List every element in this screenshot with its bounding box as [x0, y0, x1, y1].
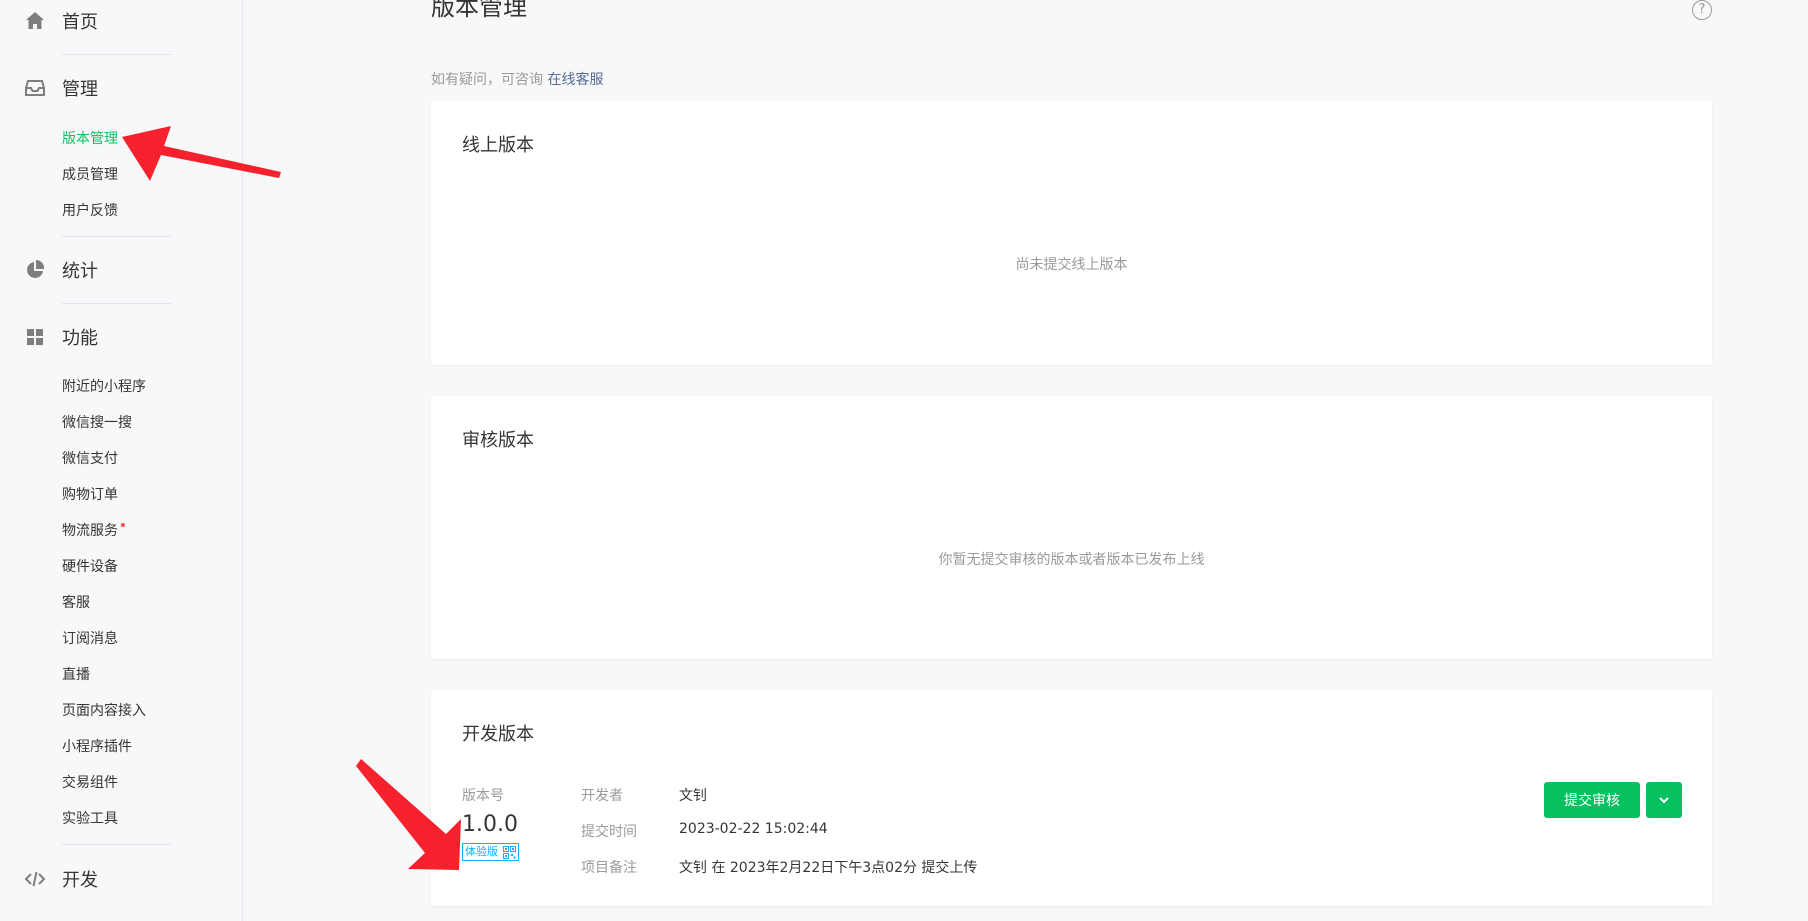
tag-label: 体验版 — [465, 845, 498, 858]
sidebar-divider — [62, 236, 172, 237]
card-title: 开发版本 — [462, 724, 534, 745]
note-value: 文钊 在 2023年2月22日下午3点02分 提交上传 — [679, 860, 978, 876]
qr-code-icon — [503, 845, 516, 859]
dev-version-card: 开发版本 版本号 1.0.0 体验版 开发者 文钊 提交时间 2023-02-2… — [431, 690, 1712, 906]
more-actions-dropdown[interactable] — [1646, 782, 1682, 818]
sidebar-divider — [62, 303, 172, 304]
submit-time-value: 2023-02-22 15:02:44 — [679, 821, 828, 837]
sidebar-item-label: 统计 — [62, 261, 98, 282]
note-label: 项目备注 — [581, 860, 637, 876]
pie-chart-icon — [24, 259, 46, 281]
notification-dot — [121, 523, 125, 527]
sidebar-item-dev[interactable]: 开发 — [24, 864, 98, 894]
sidebar-item-label: 功能 — [62, 328, 98, 349]
sidebar-item-shopping-orders[interactable]: 购物订单 — [62, 484, 118, 506]
submit-review-button[interactable]: 提交审核 — [1544, 782, 1640, 818]
sidebar-item-wechat-pay[interactable]: 微信支付 — [62, 448, 118, 470]
empty-message: 你暂无提交审核的版本或者版本已发布上线 — [938, 552, 1205, 568]
sidebar-item-label: 物流服务 — [62, 523, 118, 539]
sidebar-item-hardware[interactable]: 硬件设备 — [62, 556, 118, 578]
sidebar-item-member-manage[interactable]: 成员管理 — [62, 164, 118, 186]
sidebar-item-manage[interactable]: 管理 — [24, 73, 98, 103]
sidebar-item-customer-service[interactable]: 客服 — [62, 592, 90, 614]
sidebar-item-subscribe-message[interactable]: 订阅消息 — [62, 628, 118, 650]
sidebar-item-features[interactable]: 功能 — [24, 322, 98, 352]
page-title: 版本管理 — [431, 0, 527, 21]
submit-time-label: 提交时间 — [581, 824, 637, 840]
home-icon — [24, 10, 46, 32]
tip-text: 如有疑问，可咨询 — [431, 72, 543, 88]
app-window: 首页 管理 版本管理 成员管理 用户反馈 统计 功能 附近的小程序 微信搜一搜 — [0, 0, 1808, 921]
sidebar-item-lab-tools[interactable]: 实验工具 — [62, 808, 118, 830]
version-number: 1.0.0 — [462, 812, 518, 837]
online-support-link[interactable]: 在线客服 — [547, 72, 603, 88]
sidebar-item-plugins[interactable]: 小程序插件 — [62, 736, 132, 758]
version-label: 版本号 — [462, 788, 504, 804]
sidebar-item-live[interactable]: 直播 — [62, 664, 90, 686]
sidebar: 首页 管理 版本管理 成员管理 用户反馈 统计 功能 附近的小程序 微信搜一搜 — [0, 0, 243, 921]
sidebar-divider — [62, 54, 172, 55]
online-version-card: 线上版本 尚未提交线上版本 — [431, 101, 1712, 365]
card-title: 审核版本 — [462, 430, 534, 451]
sidebar-item-page-content[interactable]: 页面内容接入 — [62, 700, 146, 722]
grid-icon — [24, 326, 46, 348]
sidebar-item-logistics[interactable]: 物流服务 — [62, 520, 125, 542]
sidebar-item-home[interactable]: 首页 — [24, 6, 98, 36]
card-title: 线上版本 — [462, 135, 534, 156]
chevron-down-icon — [1657, 793, 1671, 807]
sidebar-divider — [62, 844, 172, 845]
empty-message: 尚未提交线上版本 — [1015, 257, 1128, 273]
trial-version-tag[interactable]: 体验版 — [462, 843, 519, 861]
sidebar-item-stats[interactable]: 统计 — [24, 255, 98, 285]
sidebar-item-label: 开发 — [62, 870, 98, 891]
sidebar-item-user-feedback[interactable]: 用户反馈 — [62, 200, 118, 222]
sidebar-item-version-manage[interactable]: 版本管理 — [62, 128, 118, 150]
developer-value: 文钊 — [679, 788, 707, 804]
sidebar-item-trade-components[interactable]: 交易组件 — [62, 772, 118, 794]
sidebar-item-nearby-miniprogram[interactable]: 附近的小程序 — [62, 376, 146, 398]
sidebar-item-wechat-search[interactable]: 微信搜一搜 — [62, 412, 132, 434]
help-icon[interactable]: ? — [1692, 0, 1712, 20]
review-version-card: 审核版本 你暂无提交审核的版本或者版本已发布上线 — [431, 396, 1712, 659]
sidebar-item-label: 首页 — [62, 12, 98, 33]
help-tip: 如有疑问，可咨询 在线客服 — [431, 69, 603, 89]
code-icon — [24, 868, 46, 890]
sidebar-item-label: 管理 — [62, 79, 98, 100]
inbox-icon — [24, 77, 46, 99]
developer-label: 开发者 — [581, 788, 623, 804]
